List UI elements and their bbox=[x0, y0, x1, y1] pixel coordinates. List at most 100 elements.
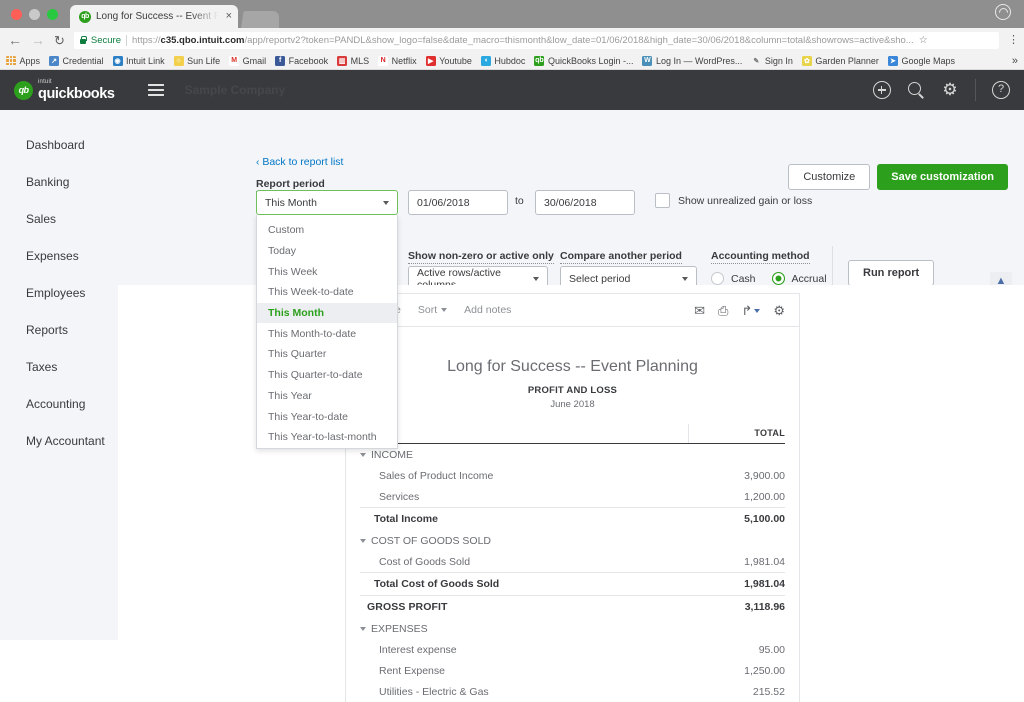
bookmark-label: Google Maps bbox=[901, 55, 955, 66]
sidebar-item-reports[interactable]: Reports bbox=[0, 311, 118, 348]
window-controls[interactable] bbox=[0, 9, 58, 28]
sidebar-item-taxes[interactable]: Taxes bbox=[0, 348, 118, 385]
period-option-this-week[interactable]: This Week bbox=[257, 261, 397, 282]
bookmark-hubdoc[interactable]: ◖ Hubdoc bbox=[480, 55, 525, 66]
maximize-window-button[interactable] bbox=[47, 9, 58, 20]
bookmark-apps[interactable]: Apps bbox=[6, 56, 40, 66]
back-to-report-list-link[interactable]: ‹ Back to report list bbox=[256, 156, 343, 168]
new-tab-button[interactable] bbox=[241, 11, 279, 28]
run-report-button[interactable]: Run report bbox=[848, 260, 935, 286]
compare-period-value: Select period bbox=[569, 272, 631, 285]
sidebar-item-sales[interactable]: Sales bbox=[0, 200, 118, 237]
period-option-custom[interactable]: Custom bbox=[257, 220, 397, 241]
bookmark-youtube[interactable]: ▶ Youtube bbox=[425, 55, 472, 66]
row-amount[interactable]: 1,200.00 bbox=[689, 491, 785, 503]
profile-avatar-icon[interactable] bbox=[995, 4, 1011, 20]
bookmark-quickbooks-login[interactable]: qb QuickBooks Login -... bbox=[534, 55, 633, 66]
chevron-down-icon bbox=[441, 308, 448, 312]
reload-icon[interactable]: ↻ bbox=[54, 34, 65, 47]
accrual-radio[interactable] bbox=[771, 272, 785, 285]
row-amount[interactable]: 3,900.00 bbox=[689, 470, 785, 482]
back-icon[interactable]: ← bbox=[8, 33, 22, 47]
bookmark-intuit-link[interactable]: ◉ Intuit Link bbox=[112, 55, 165, 66]
report-period-select[interactable]: This Month bbox=[256, 190, 398, 215]
sort-menu[interactable]: Sort bbox=[418, 304, 448, 316]
account-column-header bbox=[360, 428, 689, 438]
bookmark-log-in-wordpres[interactable]: W Log In — WordPres... bbox=[642, 55, 742, 66]
report-row[interactable]: Sales of Product Income 3,900.00 bbox=[360, 465, 785, 486]
sidebar-item-label: Banking bbox=[26, 174, 70, 189]
search-icon[interactable] bbox=[907, 81, 925, 99]
print-icon[interactable]: ⎙ bbox=[718, 304, 728, 317]
sidebar-item-dashboard[interactable]: Dashboard bbox=[0, 126, 118, 163]
bookmark-garden-planner[interactable]: ✿ Garden Planner bbox=[801, 55, 879, 66]
save-customization-button[interactable]: Save customization bbox=[877, 164, 1008, 190]
bookmark-sun-life[interactable]: ☼ Sun Life bbox=[173, 55, 220, 66]
period-option-this-year-to-last-month[interactable]: This Year-to-last-month bbox=[257, 427, 397, 448]
row-amount[interactable]: 215.52 bbox=[689, 686, 785, 698]
header-actions: ⚙ ? bbox=[873, 79, 1010, 101]
bookmark-credential[interactable]: ↗ Credential bbox=[49, 55, 104, 66]
sidebar-item-accounting[interactable]: Accounting bbox=[0, 385, 118, 422]
bookmark-gmail[interactable]: M Gmail bbox=[229, 55, 266, 66]
bookmark-google-maps[interactable]: ➤ Google Maps bbox=[887, 55, 955, 66]
triangle-collapse-icon[interactable] bbox=[360, 452, 366, 457]
report-row[interactable]: Interest expense 95.00 bbox=[360, 639, 785, 660]
date-to-input[interactable]: 30/06/2018 bbox=[535, 190, 635, 215]
report-row[interactable]: Rent Expense 1,250.00 bbox=[360, 660, 785, 681]
sidebar-item-employees[interactable]: Employees bbox=[0, 274, 118, 311]
quickbooks-logo[interactable]: qb intuit quickbooks bbox=[14, 79, 115, 102]
address-bar[interactable]: Secure https://c35.qbo.intuit.com/app/re… bbox=[73, 31, 999, 49]
report-row[interactable]: Utilities - Electric & Gas 215.52 bbox=[360, 681, 785, 702]
bookmark-mls[interactable]: ▥ MLS bbox=[337, 55, 369, 66]
triangle-collapse-icon[interactable] bbox=[360, 538, 366, 543]
help-icon[interactable]: ? bbox=[992, 81, 1010, 99]
close-window-button[interactable] bbox=[11, 9, 22, 20]
period-option-this-quarter-to-date[interactable]: This Quarter-to-date bbox=[257, 365, 397, 386]
bookmarks-overflow-icon[interactable]: » bbox=[1012, 55, 1018, 67]
minimize-window-button[interactable] bbox=[29, 9, 40, 20]
report-period-text: June 2018 bbox=[550, 399, 595, 410]
unrealized-gain-checkbox-group[interactable]: Show unrealized gain or loss bbox=[655, 193, 812, 208]
bookmark-netflix[interactable]: N Netflix bbox=[378, 55, 417, 66]
period-option-today[interactable]: Today bbox=[257, 241, 397, 262]
period-option-this-week-to-date[interactable]: This Week-to-date bbox=[257, 282, 397, 303]
period-option-this-year[interactable]: This Year bbox=[257, 386, 397, 407]
report-row: GROSS PROFIT 3,118.96 bbox=[360, 595, 785, 618]
report-row[interactable]: Cost of Goods Sold 1,981.04 bbox=[360, 551, 785, 572]
bookmark-star-icon[interactable]: ☆ bbox=[919, 35, 928, 46]
report-period-dropdown[interactable]: Custom Today This Week This Week-to-date Thi… bbox=[256, 215, 398, 449]
unrealized-gain-checkbox[interactable] bbox=[655, 193, 670, 208]
period-option-this-year-to-date[interactable]: This Year-to-date bbox=[257, 406, 397, 427]
settings-gear-icon[interactable]: ⚙ bbox=[773, 304, 785, 317]
bookmark-sign-in[interactable]: ✎ Sign In bbox=[751, 55, 793, 66]
sidebar-item-my-accountant[interactable]: My Accountant bbox=[0, 422, 118, 459]
sidebar-item-banking[interactable]: Banking bbox=[0, 163, 118, 200]
sidebar-item-label: My Accountant bbox=[26, 433, 105, 448]
row-amount[interactable]: 1,250.00 bbox=[689, 665, 785, 677]
report-row[interactable]: Services 1,200.00 bbox=[360, 486, 785, 507]
export-icon[interactable]: ↱ bbox=[741, 304, 761, 317]
browser-menu-icon[interactable]: ⋮ bbox=[1008, 35, 1019, 45]
email-icon[interactable]: ✉ bbox=[694, 304, 705, 317]
row-amount[interactable]: 1,981.04 bbox=[689, 556, 785, 568]
add-notes-link[interactable]: Add notes bbox=[464, 304, 511, 316]
period-option-this-month[interactable]: This Month bbox=[257, 302, 397, 324]
sidebar-item-expenses[interactable]: Expenses bbox=[0, 237, 118, 274]
customize-button[interactable]: Customize bbox=[788, 164, 871, 190]
period-option-this-quarter[interactable]: This Quarter bbox=[257, 344, 397, 365]
row-amount[interactable]: 95.00 bbox=[689, 644, 785, 656]
gear-icon[interactable]: ⚙ bbox=[941, 81, 959, 99]
plus-icon[interactable] bbox=[873, 81, 891, 99]
date-from-input[interactable]: 01/06/2018 bbox=[408, 190, 508, 215]
to-label: to bbox=[515, 195, 524, 207]
browser-tab[interactable]: qb Long for Success -- Event Pla × bbox=[70, 5, 238, 28]
hamburger-menu-icon[interactable] bbox=[147, 83, 164, 97]
bookmark-label: Netflix bbox=[391, 55, 417, 66]
bookmark-facebook[interactable]: f Facebook bbox=[275, 55, 328, 66]
forward-icon[interactable]: → bbox=[31, 33, 45, 47]
triangle-collapse-icon[interactable] bbox=[360, 626, 366, 631]
period-option-this-month-to-date[interactable]: This Month-to-date bbox=[257, 323, 397, 344]
cash-radio[interactable] bbox=[711, 272, 724, 285]
close-tab-icon[interactable]: × bbox=[226, 11, 232, 22]
